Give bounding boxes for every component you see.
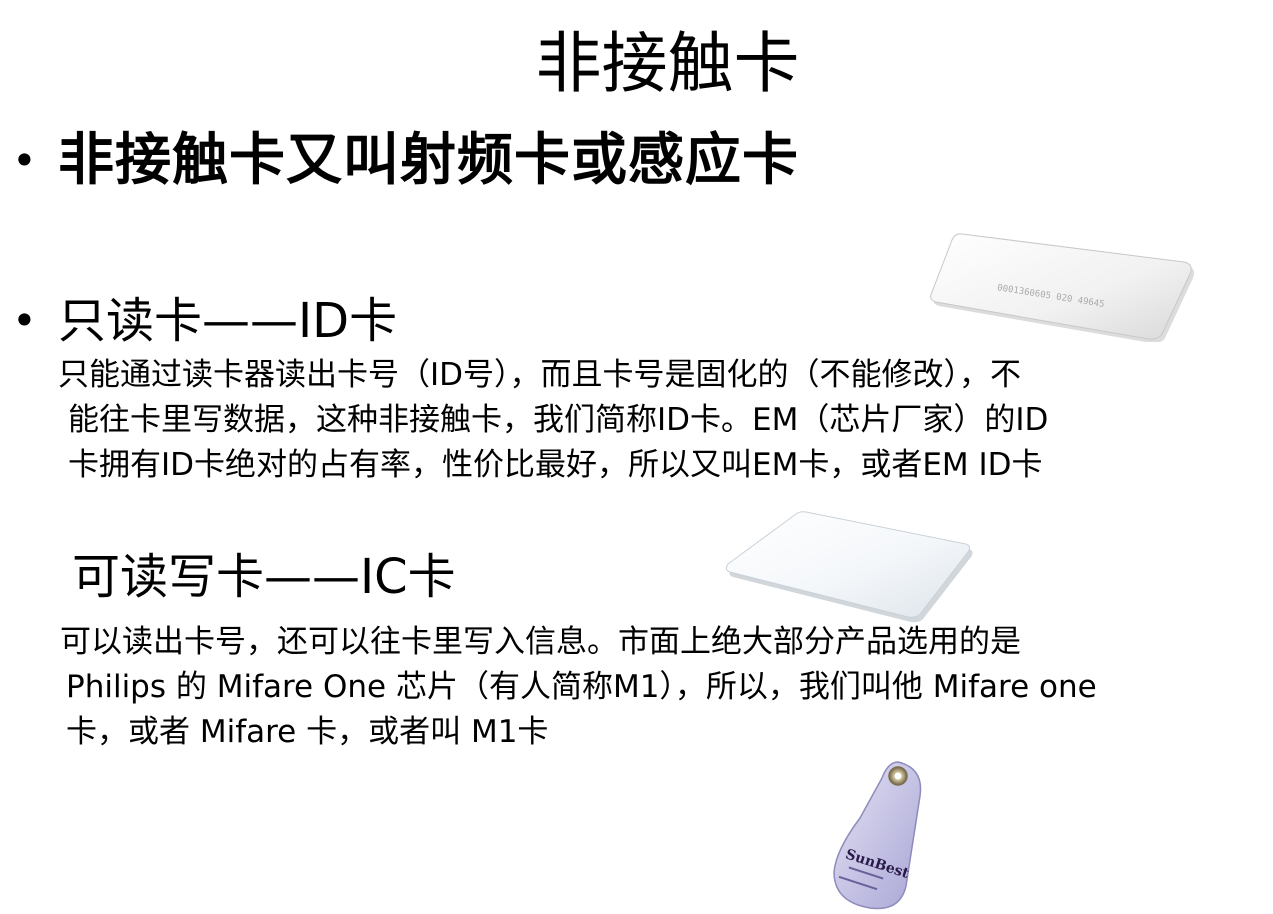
ic-card-description: 可以读出卡号，还可以往卡里写入信息。市面上绝大部分产品选用的是 Philips … (60, 620, 1260, 755)
ic-card-heading: 可读写卡——IC卡 (72, 549, 456, 605)
description-line: 可以读出卡号，还可以往卡里写入信息。市面上绝大部分产品选用的是 (60, 624, 1021, 660)
bullet-marker: • (12, 296, 37, 345)
slide-title: 非接触卡 (535, 25, 800, 102)
description-line: 卡，或者 Mifare 卡，或者叫 M1卡 (66, 714, 549, 750)
id-card-description: 只能通过读卡器读出卡号（ID号），而且卡号是固化的（不能修改），不 能往卡里写数… (58, 353, 1268, 488)
keyfob-tag-image: SunBest (820, 754, 940, 914)
bullet-id-card: • 只读卡——ID卡 (12, 290, 397, 352)
id-card-image: 0001360605 020 49645 (922, 222, 1212, 342)
bullet-text: 非接触卡又叫射频卡或感应卡 (58, 128, 799, 193)
bullet-contactless-definition: • 非接触卡又叫射频卡或感应卡 (12, 126, 799, 196)
description-line: 只能通过读卡器读出卡号（ID号），而且卡号是固化的（不能修改），不 (58, 357, 1022, 393)
description-line: 能往卡里写数据，这种非接触卡，我们简称ID卡。EM（芯片厂家）的ID (68, 402, 1049, 438)
bullet-marker: • (12, 136, 37, 185)
ic-card-image (720, 502, 980, 624)
bullet-text: 只读卡——ID卡 (58, 293, 398, 349)
description-line: Philips 的 Mifare One 芯片（有人简称M1），所以，我们叫他 … (66, 669, 1097, 705)
description-line: 卡拥有ID卡绝对的占有率，性价比最好，所以又叫EM卡，或者EM ID卡 (68, 447, 1043, 483)
